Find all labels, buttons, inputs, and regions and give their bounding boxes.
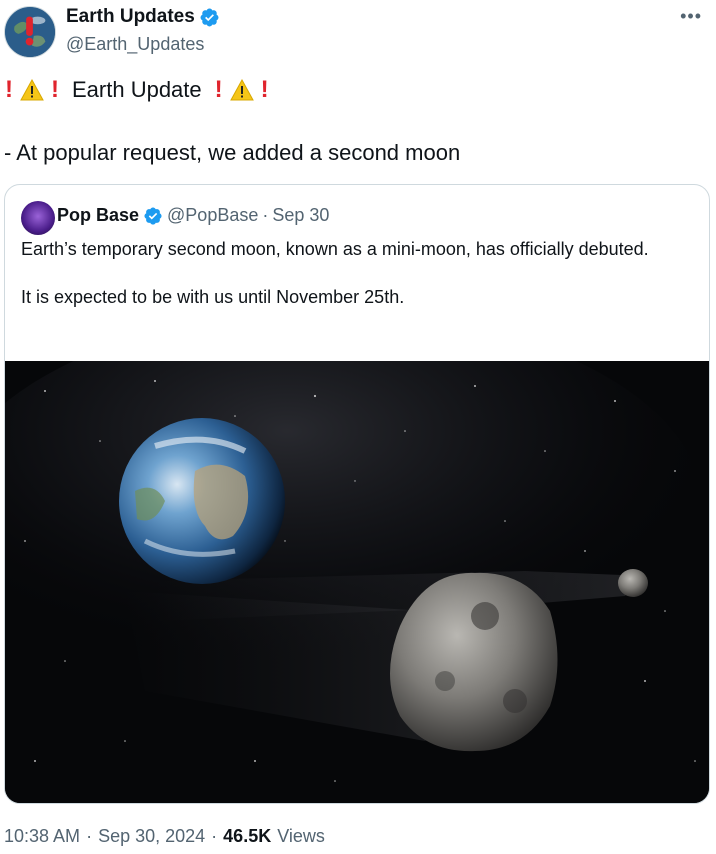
quoted-paragraph: Earth’s temporary second moon, known as … bbox=[21, 239, 649, 259]
post-time[interactable]: 10:38 AM bbox=[4, 826, 80, 847]
separator-dot: · bbox=[262, 205, 269, 225]
views-count: 46.5K bbox=[223, 826, 272, 846]
tweet-body: - At popular request, we added a second … bbox=[4, 140, 461, 165]
quoted-date[interactable]: Sep 30 bbox=[272, 205, 329, 226]
author-name-row: Earth Updates bbox=[66, 6, 220, 28]
author-display-name[interactable]: Earth Updates bbox=[66, 6, 195, 28]
earth-and-asteroid-image-icon bbox=[5, 361, 709, 803]
author-avatar[interactable] bbox=[4, 6, 56, 58]
quoted-paragraph: It is expected to be with us until Novem… bbox=[21, 287, 405, 307]
quoted-author-row: Pop Base @PopBase · Sep 30 bbox=[57, 205, 329, 226]
quoted-tweet-card[interactable]: Pop Base @PopBase · Sep 30 Earth’s tempo… bbox=[4, 184, 710, 804]
exclamation-icon: ! bbox=[260, 76, 269, 103]
more-options-icon[interactable]: ••• bbox=[680, 6, 702, 27]
post-date[interactable]: Sep 30, 2024 bbox=[98, 826, 205, 847]
tweet-meta: 10:38 AM · Sep 30, 2024 · 46.5K Views bbox=[4, 826, 325, 847]
warning-icon bbox=[229, 79, 254, 101]
exclamation-icon: ! bbox=[214, 76, 223, 103]
exclamation-icon: ! bbox=[5, 76, 13, 103]
headline-text: Earth Update bbox=[72, 77, 202, 102]
quoted-author-avatar[interactable] bbox=[21, 201, 55, 235]
separator-dot: · bbox=[211, 826, 218, 846]
earth-warning-avatar-icon bbox=[5, 7, 55, 57]
verified-badge-icon bbox=[200, 8, 219, 26]
views-label: Views bbox=[277, 826, 325, 846]
quoted-handle[interactable]: @PopBase bbox=[167, 205, 258, 226]
verified-badge-icon bbox=[144, 206, 162, 225]
quoted-display-name[interactable]: Pop Base bbox=[57, 205, 139, 226]
author-handle[interactable]: @Earth_Updates bbox=[66, 34, 204, 55]
quoted-text: Earth’s temporary second moon, known as … bbox=[21, 237, 681, 333]
warning-icon bbox=[20, 79, 44, 101]
tweet-headline: ! ! Earth Update ! ! bbox=[4, 76, 270, 104]
exclamation-icon: ! bbox=[51, 76, 59, 103]
tweet: Earth Updates @Earth_Updates ••• ! ! Ear… bbox=[0, 0, 716, 854]
quoted-media-image[interactable] bbox=[5, 361, 709, 803]
separator-dot: · bbox=[86, 826, 93, 846]
